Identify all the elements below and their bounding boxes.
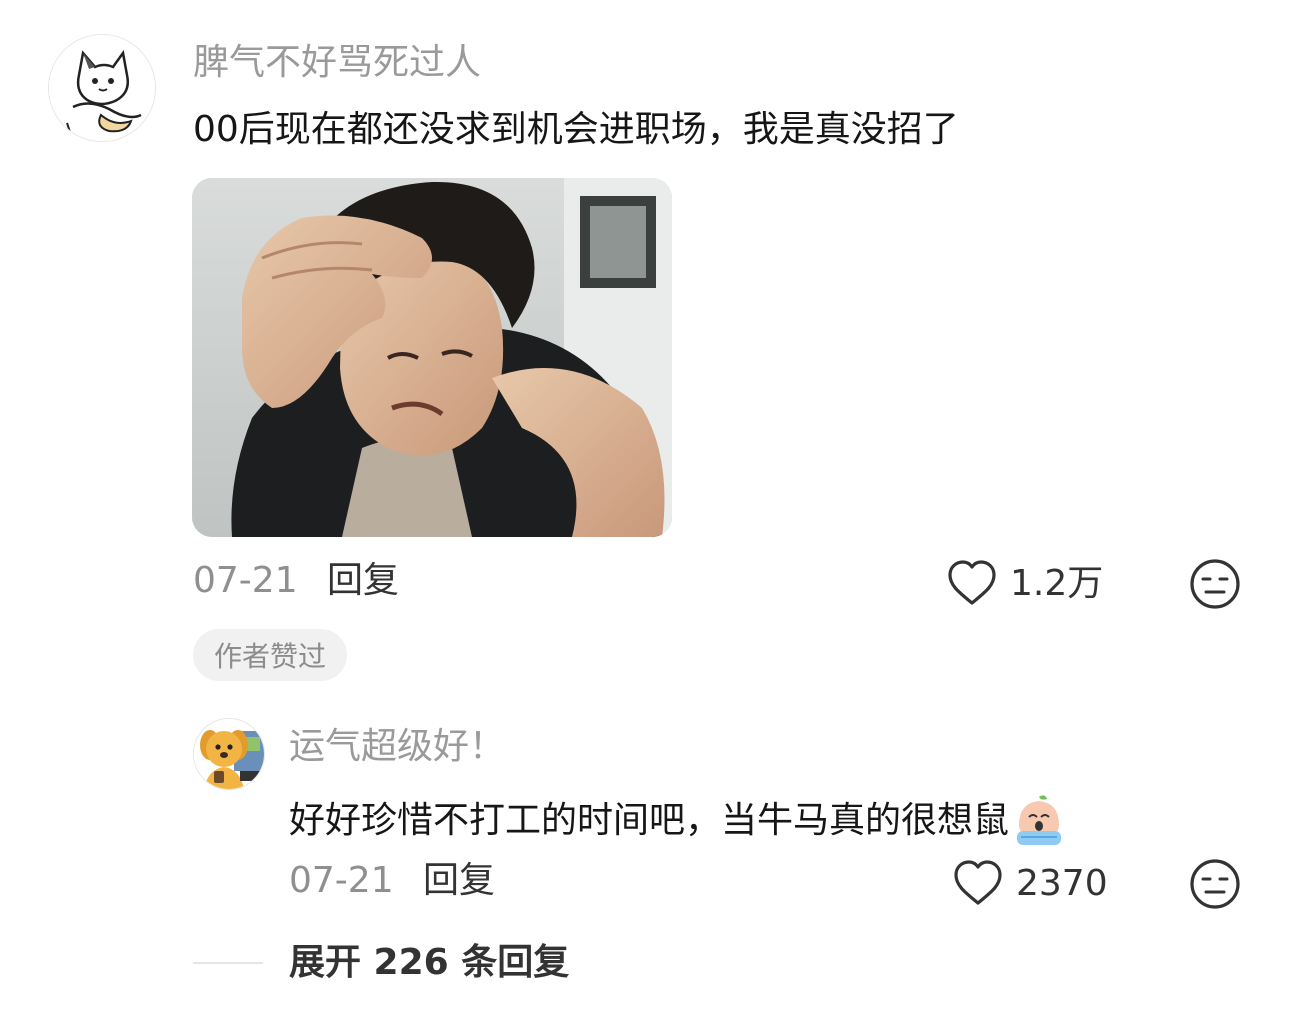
comment-date: 07-21: [193, 560, 298, 601]
comment-text: 00后现在都还没求到机会进职场，我是真没招了: [193, 109, 959, 150]
meme-photo-icon: [192, 178, 672, 537]
author-liked-badge: 作者赞过: [193, 629, 347, 681]
heart-icon: [954, 860, 1002, 905]
reply-dislike-button[interactable]: [1188, 857, 1242, 911]
meh-face-icon: [1190, 859, 1240, 909]
reply-reply-button[interactable]: 回复: [423, 863, 495, 899]
reply-avatar[interactable]: [193, 718, 265, 790]
reply-date: 07-21: [289, 860, 394, 901]
meh-face-icon: [1190, 559, 1240, 609]
crying-peach-emoji-icon: [1011, 793, 1067, 849]
reply-button[interactable]: 回复: [327, 563, 399, 599]
dog-avatar-icon: [194, 719, 264, 789]
reply-text: 好好珍惜不打工的时间吧，当牛马真的很想鼠: [289, 800, 1010, 841]
comment-username[interactable]: 脾气不好骂死过人: [193, 45, 481, 81]
like-button[interactable]: [946, 559, 998, 609]
reply-text-row: 好好珍惜不打工的时间吧，当牛马真的很想鼠: [289, 793, 1067, 849]
heart-icon: [948, 560, 996, 605]
reply-like-count: 2370: [1016, 863, 1108, 904]
comment-image[interactable]: [192, 178, 672, 537]
reply-username[interactable]: 运气超级好！: [289, 729, 505, 765]
cat-avatar-icon: [49, 35, 155, 141]
expand-divider: [193, 962, 263, 964]
like-count: 1.2万: [1010, 563, 1104, 604]
author-liked-badge-label: 作者赞过: [213, 640, 326, 673]
avatar[interactable]: [48, 34, 156, 142]
expand-replies-button[interactable]: 展开 226 条回复: [289, 945, 569, 981]
reply-like-button[interactable]: [952, 859, 1004, 909]
dislike-button[interactable]: [1188, 557, 1242, 611]
